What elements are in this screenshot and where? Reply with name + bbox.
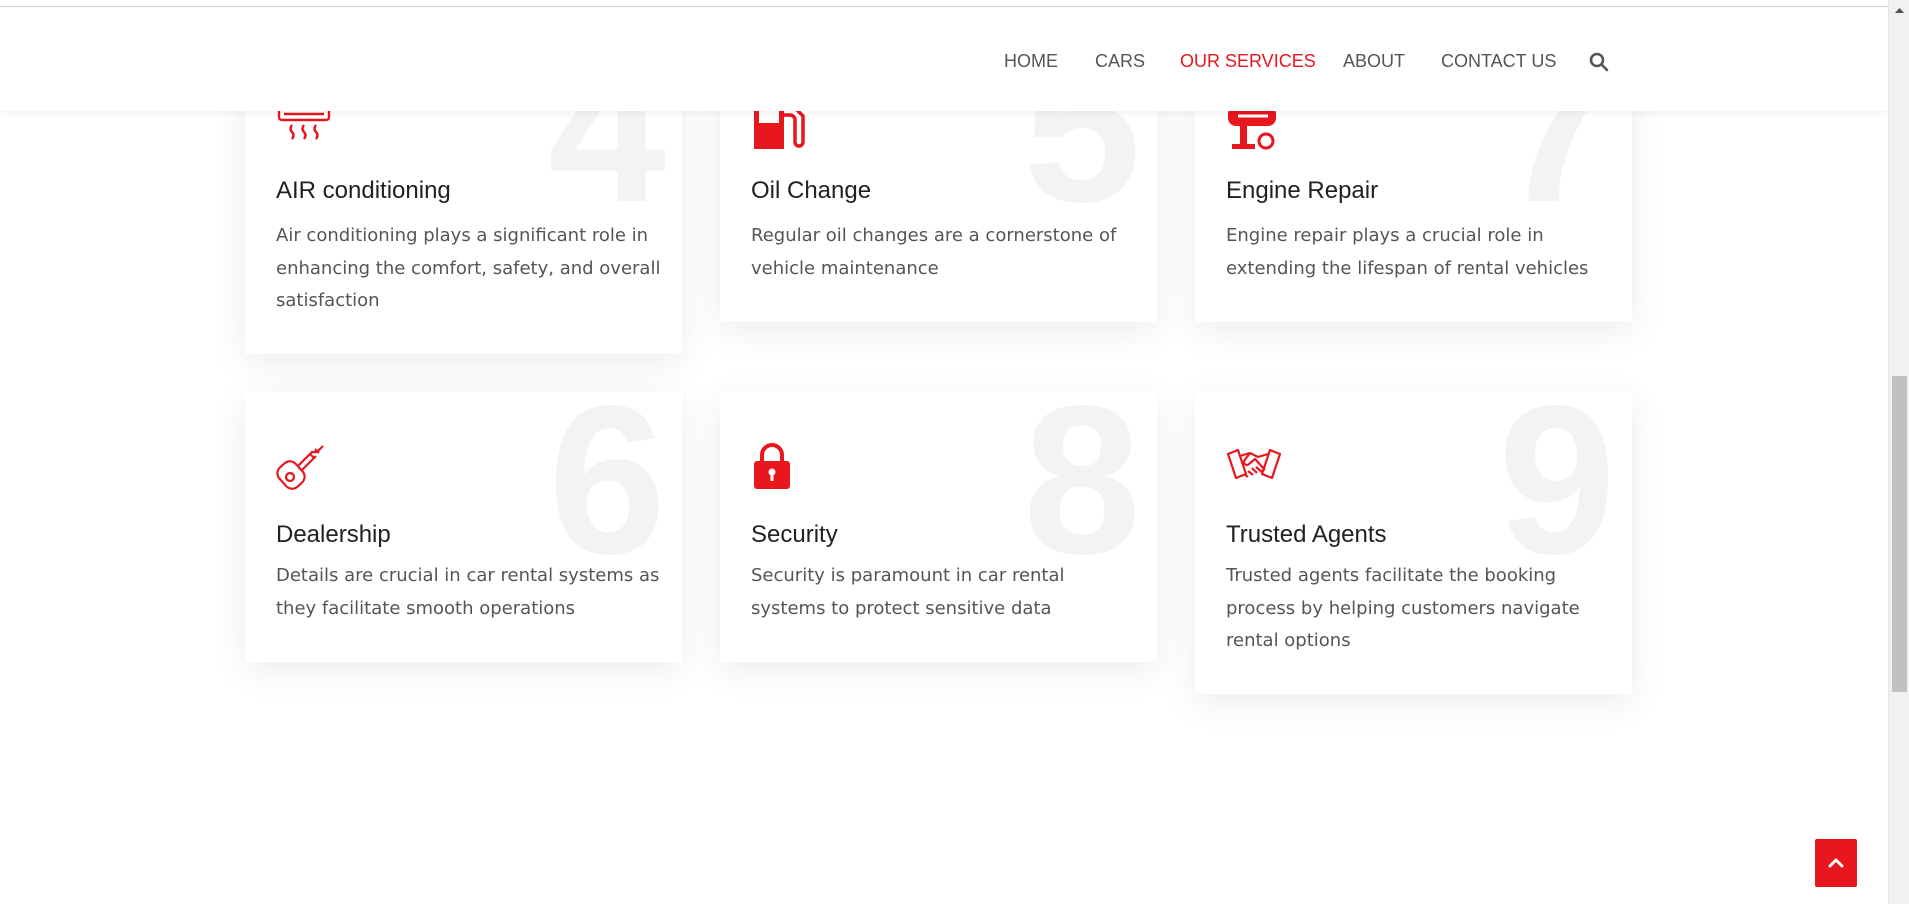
service-title: Security <box>751 521 838 548</box>
service-title: Oil Change <box>751 177 872 204</box>
nav-item-about[interactable]: ABOUT <box>1343 51 1405 72</box>
service-title: Dealership <box>276 521 391 548</box>
site-header: HOME CARS OUR SERVICES ABOUT CONTACT US <box>0 7 1888 111</box>
service-number: 9 <box>1498 392 1616 598</box>
service-description: Engine repair plays a crucial role in ex… <box>1226 225 1589 279</box>
lock-icon <box>751 440 807 490</box>
top-border <box>0 0 1888 7</box>
service-card-security[interactable]: 8 Security Security is paramount in car … <box>720 392 1157 662</box>
back-to-top-button[interactable] <box>1815 839 1857 887</box>
service-description: Details are crucial in car rental system… <box>276 565 660 619</box>
service-description: Regular oil changes are a cornerstone of… <box>751 225 1117 279</box>
service-description: Air conditioning plays a significant rol… <box>276 225 661 311</box>
nav-item-our-services[interactable]: OUR SERVICES <box>1180 51 1316 72</box>
scroll-up-arrow-icon[interactable] <box>1889 0 1909 21</box>
vertical-scrollbar[interactable] <box>1888 0 1909 904</box>
service-number: 6 <box>548 392 666 598</box>
service-number: 8 <box>1023 392 1141 598</box>
service-description: Security is paramount in car rental syst… <box>751 565 1065 619</box>
service-description: Trusted agents facilitate the booking pr… <box>1226 565 1580 651</box>
service-title: Engine Repair <box>1226 177 1379 204</box>
search-icon[interactable] <box>1588 51 1610 73</box>
service-card-dealership[interactable]: 6 Dealership Details are crucial in car … <box>245 392 682 662</box>
handshake-icon <box>1226 440 1282 490</box>
service-title: Trusted Agents <box>1226 521 1387 548</box>
nav-item-home[interactable]: HOME <box>1004 51 1058 72</box>
chevron-up-icon <box>1828 858 1844 868</box>
scrollbar-thumb[interactable] <box>1892 376 1907 692</box>
service-card-trusted-agents[interactable]: 9 Trusted Agents Trusted agents facilita… <box>1195 392 1632 694</box>
nav-item-cars[interactable]: CARS <box>1095 51 1145 72</box>
car-key-icon <box>276 440 332 490</box>
nav-item-contact-us[interactable]: CONTACT US <box>1441 51 1556 72</box>
page: 4 AIR conditioning Air conditioning play… <box>0 0 1888 904</box>
service-title: AIR conditioning <box>276 177 451 204</box>
